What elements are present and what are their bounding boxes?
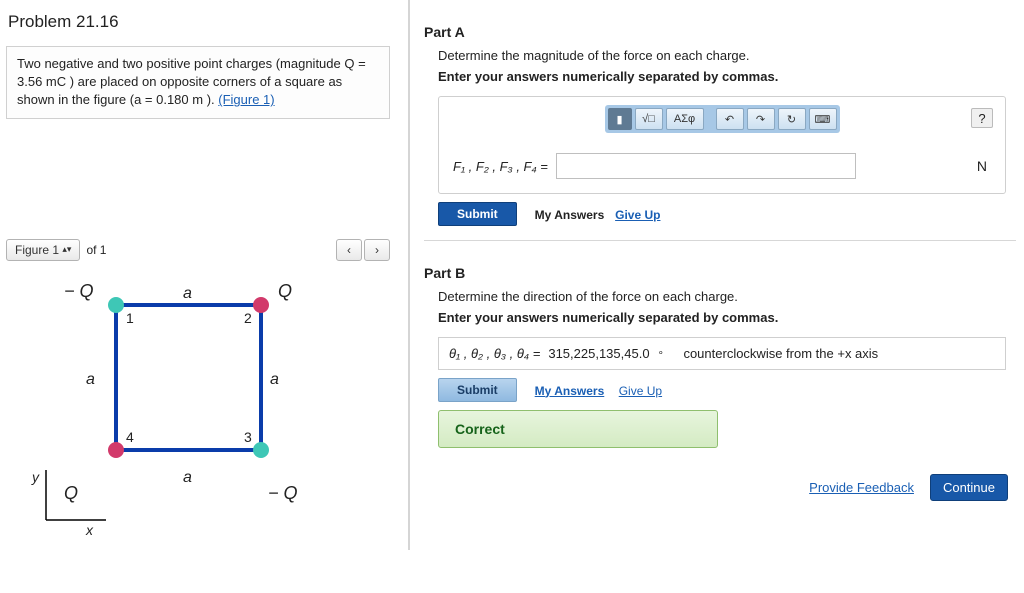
equation-toolbar: ▮ √□ ΑΣφ ↶ ↷ ↻ ⌨ ? xyxy=(439,97,1005,137)
label-a-top: a xyxy=(183,285,192,303)
figure-selector-label: Figure xyxy=(15,243,49,257)
part-b-instruction-bold: Enter your answers numerically separated… xyxy=(438,310,1016,325)
undo-icon[interactable]: ↶ xyxy=(716,108,744,130)
label-minusQ-tl: − Q xyxy=(64,281,94,302)
label-a-left: a xyxy=(86,371,95,389)
part-a-my-answers-label: My Answers xyxy=(535,208,605,222)
part-a-instruction-bold: Enter your answers numerically separated… xyxy=(438,69,1016,84)
toolbar-help-button[interactable]: ? xyxy=(971,108,993,128)
continue-button[interactable]: Continue xyxy=(930,474,1008,501)
part-a-unit: N xyxy=(977,158,987,174)
problem-title: Problem 21.16 xyxy=(8,12,388,32)
figure-next-button[interactable]: › xyxy=(364,239,390,261)
keyboard-icon[interactable]: ⌨ xyxy=(809,108,837,130)
label-minusQ-br: − Q xyxy=(268,483,298,504)
corner-4: 4 xyxy=(126,429,134,445)
figure-link[interactable]: (Figure 1) xyxy=(218,92,274,107)
problem-description: Two negative and two positive point char… xyxy=(6,46,390,119)
corner-2: 2 xyxy=(244,310,252,326)
part-b-variable-label: θ₁ , θ₂ , θ₃ , θ₄ = xyxy=(449,346,540,361)
label-plusQ-bl: Q xyxy=(64,483,78,504)
part-b-my-answers-link[interactable]: My Answers xyxy=(535,384,605,398)
tool-sqrt-icon[interactable]: √□ xyxy=(635,108,663,130)
tool-greek-icon[interactable]: ΑΣφ xyxy=(666,108,704,130)
part-b-value: 315,225,135,45.0 xyxy=(548,346,649,361)
part-a-variable-label: F₁ , F₂ , F₃ , F₄ = xyxy=(453,159,548,174)
part-b-trailing: counterclockwise from the +x axis xyxy=(683,346,878,361)
axis-y: y xyxy=(32,469,39,485)
tool-template-icon[interactable]: ▮ xyxy=(608,108,632,130)
figure-selector-index: 1 xyxy=(52,243,59,257)
figure-canvas: − Q Q Q − Q a a a a 1 2 3 4 y x xyxy=(6,265,376,540)
figure-selector[interactable]: Figure 1 ▴▾ xyxy=(6,239,80,261)
label-a-bottom: a xyxy=(183,469,192,487)
redo-icon[interactable]: ↷ xyxy=(747,108,775,130)
degree-icon: ∘ xyxy=(658,348,664,359)
corner-1: 1 xyxy=(126,310,134,326)
figure-of-label: of 1 xyxy=(86,243,106,257)
part-b-answer-box: θ₁ , θ₂ , θ₃ , θ₄ = 315,225,135,45.0 ∘ c… xyxy=(438,337,1006,370)
part-a-answer-box: ▮ √□ ΑΣφ ↶ ↷ ↻ ⌨ ? F₁ , F₂ , F₃ , F₄ = N xyxy=(438,96,1006,194)
figure-prev-button[interactable]: ‹ xyxy=(336,239,362,261)
part-b-instruction: Determine the direction of the force on … xyxy=(438,289,1016,304)
corner-3: 3 xyxy=(244,429,252,445)
label-plusQ-tr: Q xyxy=(278,281,292,302)
part-a-input[interactable] xyxy=(556,153,856,179)
axis-x: x xyxy=(86,522,93,538)
correct-feedback: Correct xyxy=(438,410,718,448)
part-b-give-up-link[interactable]: Give Up xyxy=(619,384,662,398)
figure-nav-bar: Figure 1 ▴▾ of 1 ‹ › xyxy=(6,239,390,261)
part-a-instruction: Determine the magnitude of the force on … xyxy=(438,48,1016,63)
part-b-submit-button[interactable]: Submit xyxy=(438,378,517,402)
provide-feedback-link[interactable]: Provide Feedback xyxy=(809,480,914,495)
reset-icon[interactable]: ↻ xyxy=(778,108,806,130)
part-a-submit-button[interactable]: Submit xyxy=(438,202,517,226)
label-a-right: a xyxy=(270,371,279,389)
part-a-give-up-link[interactable]: Give Up xyxy=(615,208,660,222)
problem-description-text: Two negative and two positive point char… xyxy=(17,56,366,107)
part-b-heading: Part B xyxy=(424,265,1016,281)
dropdown-icon: ▴▾ xyxy=(62,244,71,255)
part-a-heading: Part A xyxy=(424,24,1016,40)
